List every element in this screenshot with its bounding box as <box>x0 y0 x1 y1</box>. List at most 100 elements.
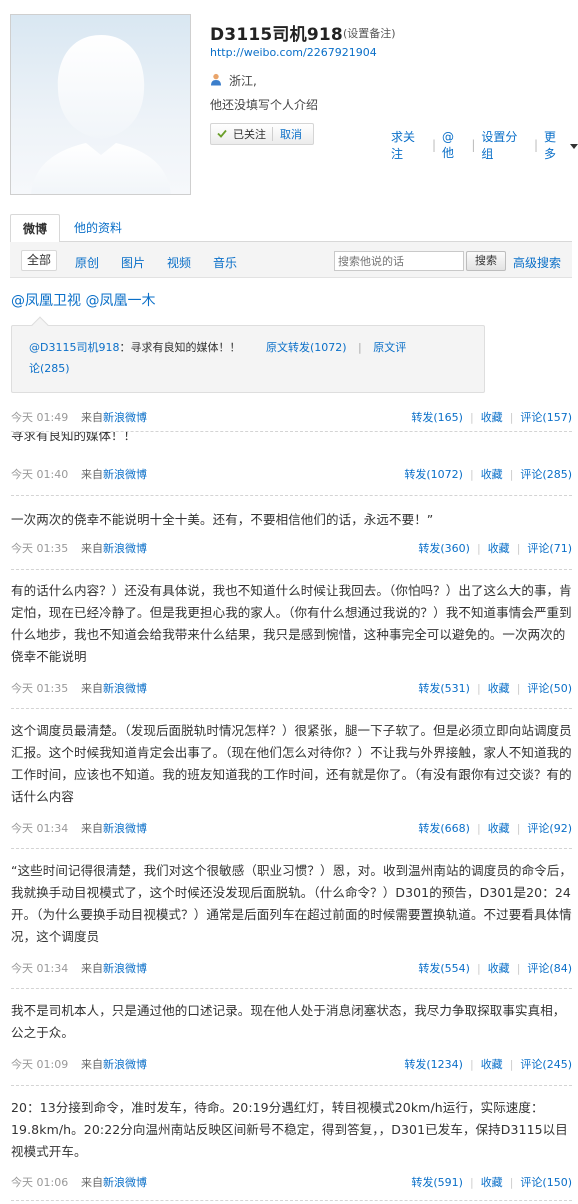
repost-button[interactable]: 转发(1072) <box>404 468 463 481</box>
favorite-button[interactable]: 收藏 <box>488 682 510 695</box>
unfollow-button[interactable]: 取消 <box>273 126 302 142</box>
favorite-button[interactable]: 收藏 <box>481 411 503 424</box>
filter-pictures[interactable]: 图片 <box>121 254 145 271</box>
post-source: 来自新浪微博 <box>81 466 147 482</box>
source-link[interactable]: 新浪微博 <box>103 822 147 835</box>
comment-button[interactable]: 评论(71) <box>527 542 572 555</box>
repost-button[interactable]: 转发(360) <box>418 542 470 555</box>
source-link[interactable]: 新浪微博 <box>103 411 147 424</box>
repost-button[interactable]: 转发(165) <box>411 411 463 424</box>
post-mentions[interactable]: @凤凰卫视 @凤凰一木 <box>11 290 155 310</box>
post-time[interactable]: 今天 01:34 <box>11 820 68 836</box>
separator: | <box>469 1058 474 1071</box>
original-comment-link-cont[interactable]: 论(285) <box>29 360 70 376</box>
source-link[interactable]: 新浪微博 <box>103 962 147 975</box>
favorite-button[interactable]: 收藏 <box>481 1058 503 1071</box>
post-time[interactable]: 今天 01:49 <box>11 409 68 425</box>
check-icon <box>217 128 227 141</box>
post-divider <box>11 495 572 496</box>
mention-him-link[interactable]: @他 <box>442 130 465 161</box>
repost-button[interactable]: 转发(591) <box>411 1176 463 1189</box>
original-repost-link[interactable]: 原文转发(1072) <box>266 341 347 354</box>
more-label: 更多 <box>544 130 557 161</box>
repost-button[interactable]: 转发(1234) <box>404 1058 463 1071</box>
more-menu-link[interactable]: 更多 <box>544 128 578 162</box>
comment-button[interactable]: 评论(245) <box>520 1058 572 1071</box>
post-source: 来自新浪微博 <box>81 960 147 976</box>
comment-button[interactable]: 评论(285) <box>520 468 572 481</box>
filter-all[interactable]: 全部 <box>21 250 58 271</box>
post-time[interactable]: 今天 01:06 <box>11 1174 68 1190</box>
post-text: 我不是司机本人，只是通过他的口述记录。现在他人处于消息闭塞状态，我尽力争取探取事… <box>11 1003 566 1040</box>
user-gender-icon <box>210 73 222 89</box>
repost-button[interactable]: 转发(668) <box>418 822 470 835</box>
favorite-button[interactable]: 收藏 <box>488 542 510 555</box>
source-link[interactable]: 新浪微博 <box>103 1058 147 1071</box>
post-meta: 今天 01:35 来自新浪微博 转发(531) | 收藏 | 评论(50) <box>11 680 572 696</box>
post-text: “这些时间记得很清楚，我们对这个很敏感（职业习惯？）恩，对。收到温州南站的调度员… <box>11 863 572 944</box>
quoted-post-line: @D3115司机918：寻求有良知的媒体！！ 原文转发(1072) | 原文评 <box>29 339 406 355</box>
source-link[interactable]: 新浪微博 <box>103 468 147 481</box>
separator: | <box>533 138 539 152</box>
repost-button[interactable]: 转发(531) <box>418 682 470 695</box>
favorite-button[interactable]: 收藏 <box>488 962 510 975</box>
original-comment-link[interactable]: 原文评 <box>373 341 406 354</box>
search-button[interactable]: 搜索 <box>466 251 506 271</box>
set-group-link[interactable]: 设置分组 <box>481 128 528 162</box>
follow-status-control: 已关注 取消 <box>210 123 314 145</box>
source-prefix: 来自 <box>81 1058 103 1071</box>
post-divider <box>11 1200 572 1201</box>
post-time[interactable]: 今天 01:34 <box>11 960 68 976</box>
location-text: 浙江, <box>229 74 257 88</box>
post-time[interactable]: 今天 01:40 <box>11 466 68 482</box>
post-actions: 转发(165) | 收藏 | 评论(157) <box>411 409 572 425</box>
post-source: 来自新浪微博 <box>81 820 147 836</box>
separator: | <box>476 542 481 555</box>
source-link[interactable]: 新浪微博 <box>103 1176 147 1189</box>
source-link[interactable]: 新浪微博 <box>103 682 147 695</box>
comment-button[interactable]: 评论(150) <box>520 1176 572 1189</box>
profile-name: D3115司机918 <box>210 25 343 45</box>
separator: | <box>516 962 521 975</box>
post-time[interactable]: 今天 01:35 <box>11 680 68 696</box>
source-link[interactable]: 新浪微博 <box>103 542 147 555</box>
post-actions: 转发(554) | 收藏 | 评论(84) <box>418 960 572 976</box>
caret-down-icon <box>570 138 578 152</box>
ask-follow-link[interactable]: 求关注 <box>391 128 426 162</box>
comment-button[interactable]: 评论(50) <box>527 682 572 695</box>
favorite-button[interactable]: 收藏 <box>488 822 510 835</box>
followed-indicator: 已关注 <box>211 127 273 141</box>
post-time[interactable]: 今天 01:09 <box>11 1056 68 1072</box>
favorite-button[interactable]: 收藏 <box>481 1176 503 1189</box>
tab-weibo[interactable]: 微博 <box>10 214 60 243</box>
comment-button[interactable]: 评论(157) <box>520 411 572 424</box>
search-input[interactable] <box>334 251 464 271</box>
post-source: 来自新浪微博 <box>81 680 147 696</box>
profile-bio: 他还没填写个人介绍 <box>210 98 319 112</box>
post-source: 来自新浪微博 <box>81 1174 147 1190</box>
profile-avatar[interactable] <box>10 14 191 195</box>
post-time[interactable]: 今天 01:35 <box>11 540 68 556</box>
comment-button[interactable]: 评论(92) <box>527 822 572 835</box>
feed-filter-bar: 全部 原创 图片 视频 音乐 搜索 高级搜索 <box>10 242 572 278</box>
separator: | <box>509 468 514 481</box>
tab-profile-info[interactable]: 他的资料 <box>74 214 122 242</box>
profile-location: 浙江, <box>210 72 257 89</box>
source-prefix: 来自 <box>81 542 103 555</box>
post-actions: 转发(531) | 收藏 | 评论(50) <box>418 680 572 696</box>
post-meta: 今天 01:34 来自新浪微博 转发(554) | 收藏 | 评论(84) <box>11 960 572 976</box>
comment-button[interactable]: 评论(84) <box>527 962 572 975</box>
post-meta: 今天 01:09 来自新浪微博 转发(1234) | 收藏 | 评论(245) <box>11 1056 572 1072</box>
filter-videos[interactable]: 视频 <box>167 254 191 271</box>
repost-button[interactable]: 转发(554) <box>418 962 470 975</box>
quoted-author-link[interactable]: @D3115司机918 <box>29 341 119 354</box>
profile-url-link[interactable]: http://weibo.com/2267921904 <box>210 46 377 59</box>
advanced-search-link[interactable]: 高级搜索 <box>513 254 561 271</box>
filter-original[interactable]: 原创 <box>75 254 99 271</box>
filter-music[interactable]: 音乐 <box>213 254 237 271</box>
set-remark-link[interactable]: (设置备注) <box>343 25 396 41</box>
post-meta: 今天 01:35 来自新浪微博 转发(360) | 收藏 | 评论(71) <box>11 540 572 556</box>
post-source: 来自新浪微博 <box>81 409 147 425</box>
favorite-button[interactable]: 收藏 <box>481 468 503 481</box>
quoted-post: @D3115司机918：寻求有良知的媒体！！ 原文转发(1072) | 原文评 … <box>11 316 485 393</box>
